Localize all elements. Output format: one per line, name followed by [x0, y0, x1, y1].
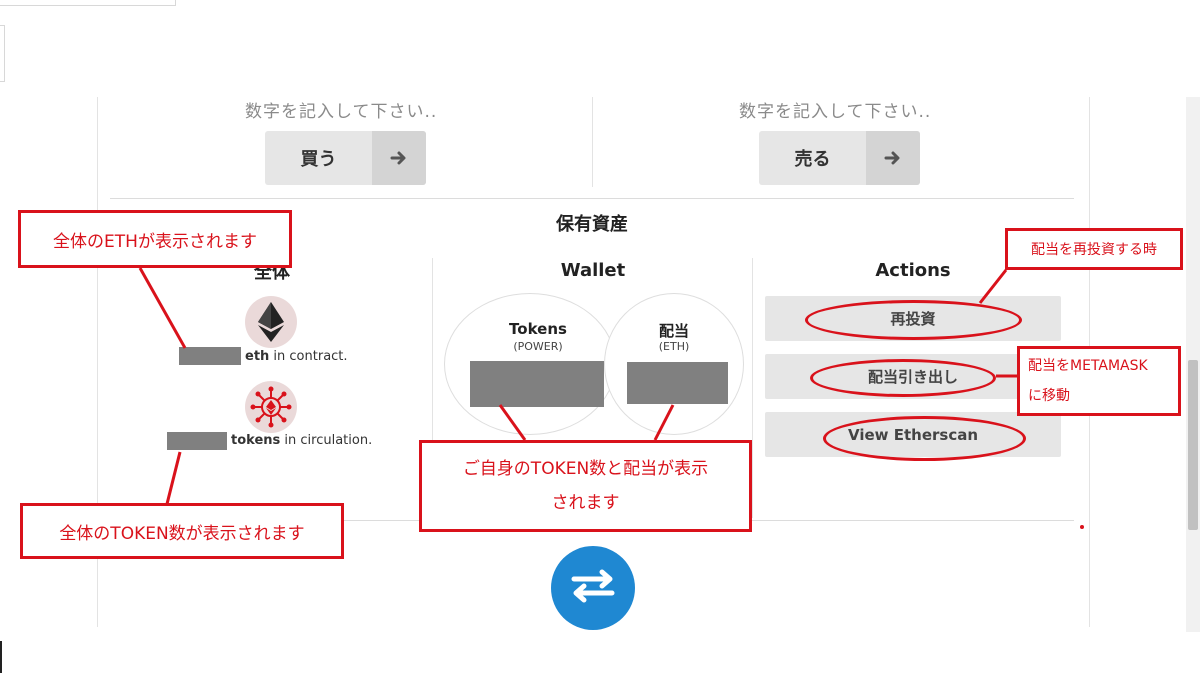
- annotation-lines: [138, 267, 1084, 529]
- annotation-wallet-line1: ご自身のTOKEN数と配当が表示: [462, 459, 709, 479]
- annotation-eth-total: 全体のETHが表示されます: [18, 210, 292, 268]
- annotation-wallet: ご自身のTOKEN数と配当が表示 されます: [419, 440, 752, 532]
- annotation-reinvest: 配当を再投資する時: [1005, 228, 1183, 270]
- annotation-ellipse-withdraw: [810, 359, 996, 397]
- annotation-metamask: 配当をMETAMASK に移動: [1017, 346, 1181, 416]
- annotation-ellipse-etherscan: [823, 416, 1026, 461]
- annotation-metamask-line1: 配当をMETAMASK: [1028, 358, 1148, 374]
- annotation-ellipse-reinvest: [805, 300, 1022, 340]
- edge-marker: [0, 641, 2, 673]
- annotation-wallet-line2: されます: [551, 493, 620, 513]
- annotation-token-total: 全体のTOKEN数が表示されます: [20, 503, 344, 559]
- annotation-metamask-line2: に移動: [1028, 388, 1070, 404]
